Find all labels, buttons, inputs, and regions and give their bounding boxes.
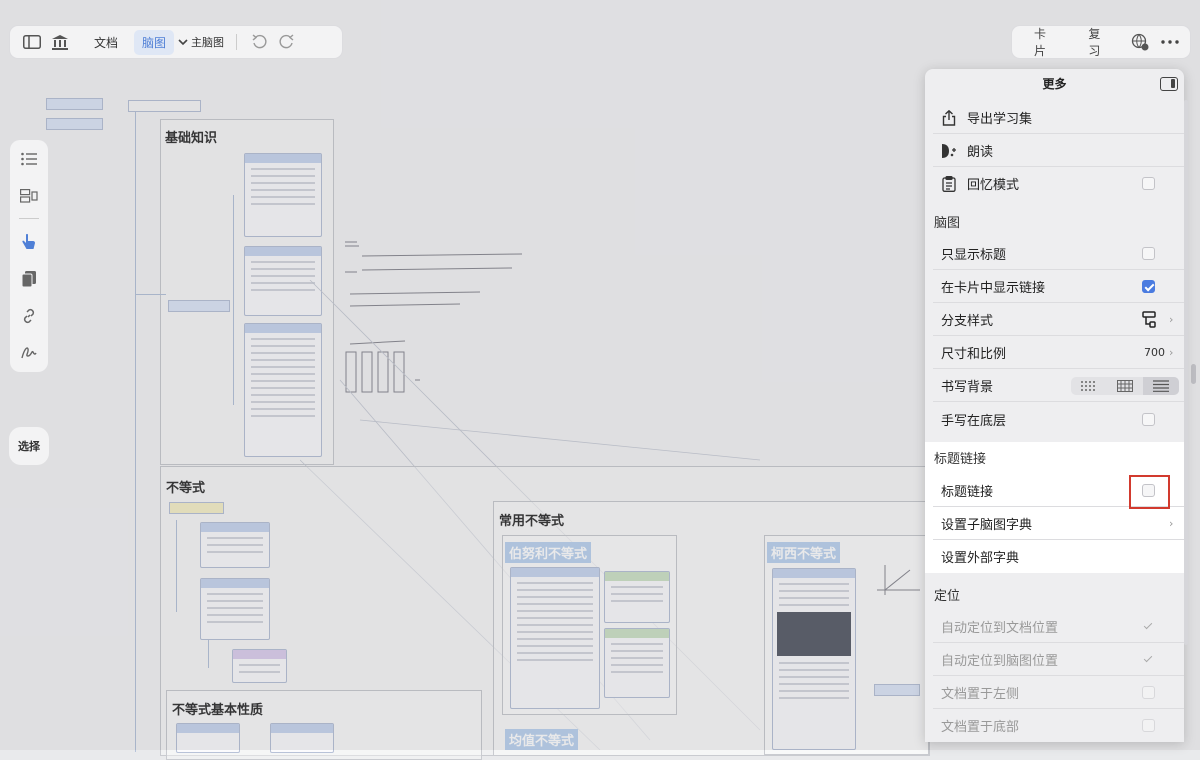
section-title: 基础知识: [165, 131, 218, 146]
sidebar-toggle-icon[interactable]: [18, 29, 46, 55]
mindmap-node[interactable]: [128, 100, 201, 112]
section-label: 均值不等式: [505, 729, 579, 750]
recall-mode-item[interactable]: 回忆模式: [925, 167, 1184, 200]
grid-icon[interactable]: [1107, 377, 1143, 395]
section-title: 不等式: [166, 481, 206, 496]
note-card[interactable]: [510, 567, 600, 709]
canvas-scrollbar[interactable]: [1191, 364, 1196, 384]
rail-divider: [19, 218, 39, 219]
recall-mode-checkbox[interactable]: [1142, 177, 1155, 190]
section-title: 不等式基本性质: [172, 703, 264, 718]
panel-title: 更多: [1042, 77, 1067, 91]
writing-background-segment: [1071, 377, 1179, 395]
doc-bottom-item[interactable]: 文档置于底部: [925, 709, 1184, 742]
right-toolbar: 卡片 复习: [1011, 25, 1191, 59]
note-card[interactable]: [270, 723, 334, 753]
auto-locate-doc-item[interactable]: 自动定位到文档位置: [925, 610, 1184, 643]
mindmap-node[interactable]: [46, 118, 103, 130]
tab-document[interactable]: 文档: [86, 30, 126, 55]
connector-line: [208, 640, 209, 668]
set-external-dictionary-item[interactable]: 设置外部字典: [925, 540, 1184, 573]
note-card[interactable]: [232, 649, 287, 683]
tool-rail: [10, 140, 48, 372]
more-panel: 更多 导出学习集 朗读 回忆模式 脑图 只显示标题 在卡片中显示链接 分支样式 …: [925, 69, 1184, 742]
select-button[interactable]: 选择: [9, 427, 49, 465]
link-icon[interactable]: [17, 304, 41, 328]
show-links-in-card-checkbox[interactable]: [1142, 280, 1155, 293]
auto-locate-mindmap-item[interactable]: 自动定位到脑图位置: [925, 643, 1184, 676]
main-mindmap-dropdown[interactable]: 主脑图: [174, 34, 228, 50]
cards-button[interactable]: 卡片: [1026, 21, 1062, 63]
redo-icon[interactable]: [273, 29, 301, 55]
chevron-right-icon: ›: [1169, 313, 1174, 326]
clipboard-icon: [940, 175, 958, 193]
connector-line: [136, 294, 166, 295]
layout-icon[interactable]: [17, 184, 41, 208]
doc-left-item[interactable]: 文档置于左侧: [925, 676, 1184, 709]
speaker-icon: [940, 142, 958, 160]
panel-scrollbar[interactable]: [1184, 100, 1188, 645]
section-mindmap: 脑图: [934, 216, 961, 231]
chevron-down-icon: [178, 38, 188, 45]
pointer-hand-icon[interactable]: [17, 230, 41, 254]
connector-line: [176, 520, 177, 612]
mindmap-node[interactable]: [46, 98, 103, 110]
show-titles-only-checkbox[interactable]: [1142, 247, 1155, 260]
help-globe-icon[interactable]: [1129, 29, 1153, 55]
read-aloud-item[interactable]: 朗读: [925, 134, 1184, 167]
size-scale-value: 700: [1144, 346, 1165, 359]
section-title-link: 标题链接: [934, 452, 987, 467]
section-label: 伯努利不等式: [505, 542, 592, 563]
note-card[interactable]: [244, 153, 322, 237]
export-study-set-item[interactable]: 导出学习集: [925, 101, 1184, 134]
pages-icon[interactable]: [17, 267, 41, 291]
section-position: 定位: [934, 589, 961, 604]
note-card[interactable]: [604, 628, 670, 698]
more-icon[interactable]: [1158, 29, 1182, 55]
highlight-annotation-box: [1129, 475, 1170, 509]
auto-locate-mindmap-checkbox[interactable]: [1142, 653, 1155, 666]
show-links-in-card-item[interactable]: 在卡片中显示链接: [925, 270, 1184, 303]
freehand-icon[interactable]: [17, 340, 41, 364]
handwriting-bottom-layer-checkbox[interactable]: [1142, 413, 1155, 426]
video-thumbnail[interactable]: [777, 612, 851, 656]
toolbar-divider: [236, 34, 238, 50]
doc-bottom-checkbox[interactable]: [1142, 719, 1155, 732]
section-title: 常用不等式: [499, 514, 565, 529]
main-mindmap-label: 主脑图: [191, 36, 225, 49]
mindmap-node[interactable]: [168, 300, 230, 312]
show-titles-only-item[interactable]: 只显示标题: [925, 237, 1184, 270]
library-icon[interactable]: [46, 29, 74, 55]
connector-line: [233, 195, 234, 405]
panel-sidebar-icon[interactable]: [1160, 77, 1178, 91]
note-card[interactable]: [772, 568, 856, 750]
dots-grid-icon[interactable]: [1071, 377, 1107, 395]
writing-background-item: 书写背景: [925, 369, 1184, 402]
note-card[interactable]: [176, 723, 240, 753]
main-toolbar: 文档 脑图 主脑图: [9, 25, 343, 59]
chevron-right-icon: ›: [1169, 517, 1174, 530]
handwriting-bottom-layer-item[interactable]: 手写在底层: [925, 403, 1184, 436]
mindmap-node[interactable]: [169, 502, 224, 514]
branch-style-item[interactable]: 分支样式 ›: [925, 303, 1184, 336]
set-submap-dictionary-item[interactable]: 设置子脑图字典 ›: [925, 507, 1184, 540]
lines-icon[interactable]: [1143, 377, 1179, 395]
section-label: 柯西不等式: [767, 542, 841, 563]
connector-line: [135, 112, 136, 752]
branch-style-icon: [1142, 311, 1156, 333]
coordinate-sketch: [877, 565, 920, 595]
share-icon: [940, 109, 958, 127]
auto-locate-doc-checkbox[interactable]: [1142, 620, 1155, 633]
note-card[interactable]: [200, 522, 270, 568]
mindmap-node[interactable]: [874, 684, 920, 696]
doc-left-checkbox[interactable]: [1142, 686, 1155, 699]
outline-icon[interactable]: [17, 147, 41, 171]
size-and-scale-item[interactable]: 尺寸和比例 700 ›: [925, 336, 1184, 369]
review-button[interactable]: 复习: [1080, 21, 1116, 63]
chevron-right-icon: ›: [1169, 346, 1174, 359]
undo-icon[interactable]: [245, 29, 273, 55]
note-card[interactable]: [200, 578, 270, 640]
note-card[interactable]: [604, 571, 670, 623]
tab-mindmap[interactable]: 脑图: [134, 29, 175, 55]
